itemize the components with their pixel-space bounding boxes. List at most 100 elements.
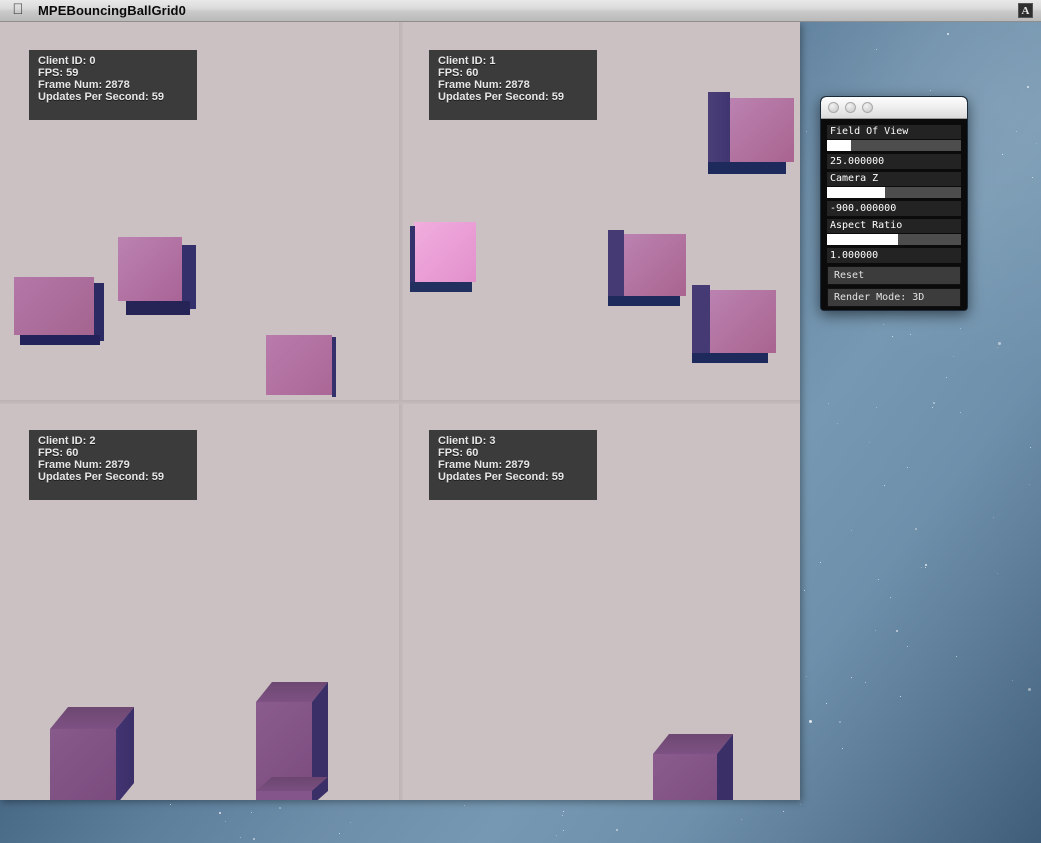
star [892, 336, 893, 337]
star [960, 412, 961, 413]
star [993, 517, 994, 518]
control-panel-body: Field Of View 25.000000 Camera Z -900.00… [821, 119, 967, 310]
minimize-button[interactable] [845, 102, 856, 113]
star [563, 830, 564, 831]
cube-right-face [332, 337, 336, 397]
updates-per-second-label: Updates Per Second: 59 [38, 471, 164, 484]
star [809, 720, 812, 723]
frame-num-label: Frame Num: 2878 [38, 79, 130, 92]
render-mode-button[interactable]: Render Mode: 3D [827, 288, 961, 307]
star [960, 328, 961, 329]
star [556, 835, 557, 836]
star [997, 347, 998, 348]
menu-app-title[interactable]: MPEBouncingBallGrid0 [36, 3, 186, 18]
star [907, 646, 908, 647]
desktop:  MPEBouncingBallGrid0 A Client ID: 0 FP… [0, 0, 1041, 843]
star [900, 696, 901, 697]
star [921, 567, 922, 568]
client-view-3[interactable]: Client ID: 3 FPS: 60 Frame Num: 2879 Upd… [403, 404, 800, 800]
client-id-label: Client ID: 1 [438, 55, 496, 67]
star [1036, 143, 1037, 144]
menu-extra-icon[interactable]: A [1018, 3, 1033, 18]
star [1002, 154, 1003, 155]
star [616, 829, 618, 831]
bouncing-cube [266, 335, 336, 397]
updates-per-second-label: Updates Per Second: 59 [438, 91, 564, 104]
cube-front-face [14, 277, 94, 335]
camera-z-slider-fill [827, 187, 885, 198]
camera-z-label: Camera Z [827, 172, 961, 186]
app-window: Client ID: 0 FPS: 59 Frame Num: 2878 Upd… [0, 22, 800, 800]
bouncing-cube [410, 222, 478, 292]
client-view-2[interactable]: Client ID: 2 FPS: 60 Frame Num: 2879 Upd… [0, 404, 399, 800]
field-of-view-label: Field Of View [827, 125, 961, 139]
star [1029, 484, 1030, 485]
star [800, 804, 801, 805]
bouncing-cube [118, 237, 196, 315]
cube-bottom-face [126, 301, 190, 315]
client-info-box-0: Client ID: 0 FPS: 59 Frame Num: 2878 Upd… [29, 50, 197, 120]
reset-button[interactable]: Reset [827, 266, 961, 285]
star [350, 822, 351, 823]
star [806, 131, 807, 132]
star [1012, 680, 1013, 681]
star [240, 837, 241, 838]
star [828, 403, 829, 404]
star [1016, 131, 1017, 132]
star [741, 819, 742, 820]
apple-logo-icon[interactable]:  [0, 2, 36, 19]
cube-bottom-face [20, 335, 100, 345]
star [851, 530, 852, 531]
camera-z-slider[interactable] [827, 187, 961, 198]
menu-bar-right: A [1018, 3, 1041, 18]
star [956, 656, 957, 657]
cube-bottom-face [410, 282, 472, 292]
aspect-ratio-slider-fill [827, 234, 899, 245]
star [563, 811, 564, 812]
client-view-0[interactable]: Client ID: 0 FPS: 59 Frame Num: 2878 Upd… [0, 22, 399, 400]
zoom-button[interactable] [862, 102, 873, 113]
star [251, 812, 252, 813]
cube-left-face [608, 230, 624, 296]
star [890, 597, 891, 598]
menu-bar:  MPEBouncingBallGrid0 A [0, 0, 1041, 22]
control-panel-titlebar[interactable] [821, 97, 967, 119]
cube-right-face [182, 245, 196, 309]
field-of-view-slider[interactable] [827, 140, 961, 151]
fps-label: FPS: 60 [438, 67, 479, 80]
star [562, 815, 563, 816]
bouncing-cube [256, 777, 328, 800]
star [869, 442, 870, 443]
star [907, 467, 908, 468]
close-button[interactable] [828, 102, 839, 113]
star [1028, 688, 1031, 691]
bouncing-cube [653, 734, 733, 800]
client-info-box-1: Client ID: 1 FPS: 60 Frame Num: 2878 Upd… [429, 50, 597, 120]
star [851, 677, 852, 678]
star [930, 90, 931, 91]
star [820, 562, 821, 563]
cube-bottom-face [692, 353, 768, 363]
star [1027, 86, 1029, 88]
camera-z-value: -900.000000 [827, 201, 961, 216]
star [1030, 447, 1031, 448]
cube-right-face [94, 283, 104, 341]
cube-front-face [624, 234, 686, 296]
field-of-view-value: 25.000000 [827, 154, 961, 169]
star [915, 528, 917, 530]
aspect-ratio-value: 1.000000 [827, 248, 961, 263]
cube-front-face [730, 98, 794, 162]
client-view-1[interactable]: Client ID: 1 FPS: 60 Frame Num: 2878 Upd… [403, 22, 800, 400]
bouncing-cube [14, 277, 104, 345]
control-panel-window[interactable]: Field Of View 25.000000 Camera Z -900.00… [820, 96, 968, 311]
bouncing-cube [708, 92, 794, 174]
star [998, 342, 1001, 345]
star [876, 49, 877, 50]
aspect-ratio-slider[interactable] [827, 234, 961, 245]
fps-label: FPS: 60 [438, 447, 479, 460]
cube-front-face [710, 290, 776, 353]
cube-left-face [410, 226, 415, 286]
star [884, 485, 885, 486]
fps-label: FPS: 59 [38, 67, 79, 80]
star [219, 812, 221, 814]
